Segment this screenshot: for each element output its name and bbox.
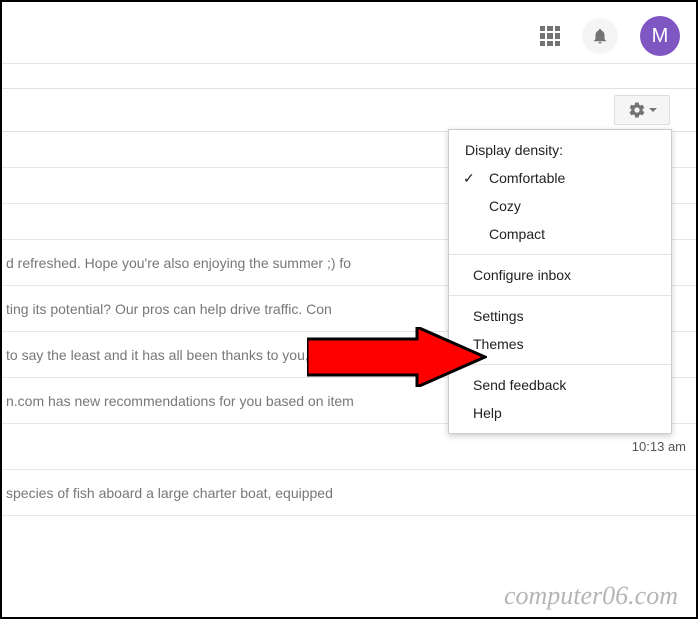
avatar-initial: M bbox=[652, 25, 669, 48]
notifications-button[interactable] bbox=[582, 18, 618, 54]
toolbar bbox=[2, 88, 696, 132]
account-avatar[interactable]: M bbox=[640, 16, 680, 56]
header-actions: M bbox=[540, 16, 680, 56]
density-option-cozy[interactable]: Cozy bbox=[449, 192, 671, 220]
density-header: Display density: bbox=[449, 136, 671, 164]
menu-settings[interactable]: Settings bbox=[449, 302, 671, 330]
table-row[interactable]: species of fish aboard a large charter b… bbox=[2, 470, 696, 516]
check-icon: ✓ bbox=[463, 170, 475, 187]
menu-item-label: Cozy bbox=[489, 198, 521, 214]
menu-item-label: Help bbox=[473, 405, 502, 421]
menu-help[interactable]: Help bbox=[449, 399, 671, 427]
settings-dropdown: Display density: ✓ Comfortable Cozy Comp… bbox=[448, 129, 672, 434]
app-frame: M d refreshed. Hope you're also enjoying… bbox=[0, 0, 698, 619]
menu-separator bbox=[449, 295, 671, 296]
settings-gear-button[interactable] bbox=[614, 95, 670, 125]
email-time: 10:13 am bbox=[624, 439, 686, 454]
apps-grid-icon[interactable] bbox=[540, 26, 560, 46]
gear-icon bbox=[628, 101, 646, 119]
menu-item-label: Compact bbox=[489, 226, 545, 242]
chevron-down-icon bbox=[649, 108, 657, 112]
menu-configure-inbox[interactable]: Configure inbox bbox=[449, 261, 671, 289]
density-option-comfortable[interactable]: ✓ Comfortable bbox=[449, 164, 671, 192]
header-bar: M bbox=[2, 2, 696, 64]
bell-icon bbox=[591, 27, 609, 45]
email-snippet: species of fish aboard a large charter b… bbox=[6, 485, 686, 501]
menu-separator bbox=[449, 254, 671, 255]
annotation-arrow-icon bbox=[307, 327, 487, 387]
menu-item-label: Settings bbox=[473, 308, 524, 324]
menu-item-label: Comfortable bbox=[489, 170, 565, 186]
menu-item-label: Configure inbox bbox=[473, 267, 571, 283]
watermark-text: computer06.com bbox=[504, 581, 678, 611]
menu-item-label: Send feedback bbox=[473, 377, 566, 393]
density-option-compact[interactable]: Compact bbox=[449, 220, 671, 248]
